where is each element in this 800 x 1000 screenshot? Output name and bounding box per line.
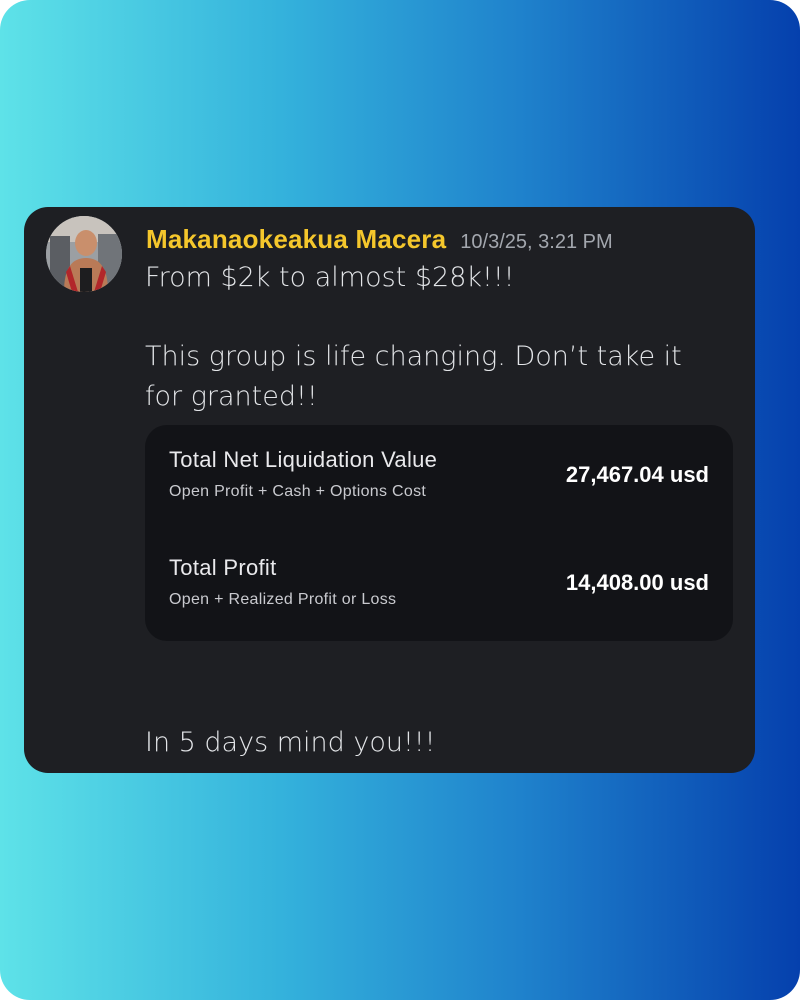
net-liquidation-value: 27,467.04 usd bbox=[565, 462, 709, 487]
gradient-background: Makanaokeakua Macera 10/3/25, 3:21 PM Fro… bbox=[0, 0, 800, 1000]
net-liquidation-title: Total Net Liquidation Value bbox=[169, 447, 438, 472]
message-text-line3: In 5 days mind you!!! bbox=[145, 727, 436, 758]
total-profit-title: Total Profit bbox=[169, 555, 277, 580]
username[interactable]: Makanaokeakua Macera bbox=[146, 224, 446, 254]
total-profit-value: 14,408.00 usd bbox=[565, 570, 709, 595]
net-liquidation-subtitle: Open Profit + Cash + Options Cost bbox=[169, 483, 427, 500]
message-header: Makanaokeakua Macera 10/3/25, 3:21 PM bbox=[146, 224, 613, 255]
message-text-line2: This group is life changing. Don’t take … bbox=[145, 341, 682, 412]
account-summary-card: Total Net Liquidation Value Open Profit … bbox=[145, 425, 733, 641]
message-text-line1: From $2k to almost $28k!!! bbox=[145, 262, 515, 293]
message-timestamp: 10/3/25, 3:21 PM bbox=[460, 231, 613, 253]
total-profit-subtitle: Open + Realized Profit or Loss bbox=[169, 591, 397, 608]
avatar[interactable] bbox=[46, 216, 122, 292]
